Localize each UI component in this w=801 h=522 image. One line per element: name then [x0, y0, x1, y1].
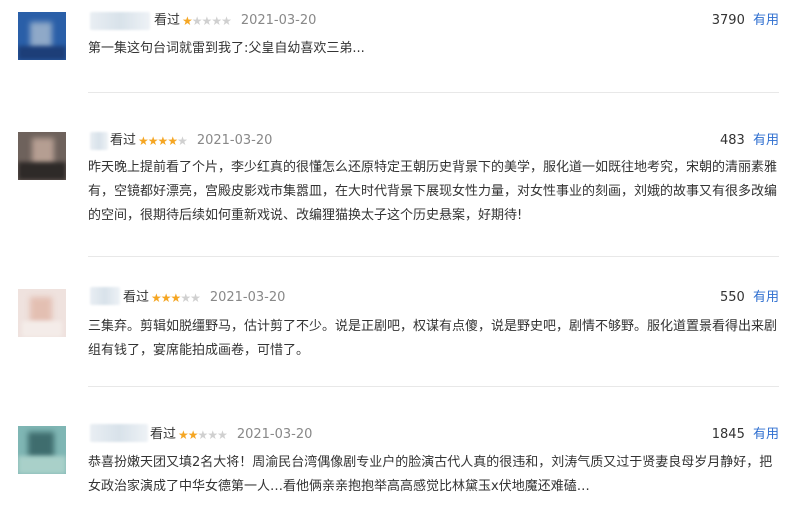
star-icon: ★ — [190, 291, 201, 305]
watched-label: 看过 — [123, 290, 150, 305]
star-icon: ★ — [170, 291, 182, 305]
star-icon: ★ — [147, 134, 159, 148]
username-redacted[interactable] — [90, 132, 108, 150]
divider — [88, 256, 779, 257]
useful-count: 1845 — [711, 427, 745, 442]
star-icon: ★ — [167, 134, 178, 148]
review-content: 三集弃。剪辑如脱缰野马，估计剪了不少。说是正剧吧，权谋有点傻，说是野史吧，剧情不… — [88, 319, 778, 358]
star-icon: ★ — [187, 428, 199, 442]
avatar[interactable] — [18, 12, 66, 60]
review-date: 2021-03-20 — [209, 290, 286, 305]
useful-button[interactable]: 有用 — [753, 133, 779, 148]
star-icon: ★ — [160, 291, 172, 305]
star-icon: ★ — [178, 428, 189, 442]
avatar[interactable] — [18, 289, 66, 337]
review-content: 恭喜扮嫩天团又填2名大将！周渝民台湾偶像剧专业户的脸演古代人真的很违和，刘涛气质… — [88, 455, 773, 494]
star-icon: ★ — [201, 14, 213, 28]
divider — [88, 92, 779, 93]
star-icon: ★ — [221, 14, 232, 28]
star-icon: ★ — [191, 14, 203, 28]
review-date: 2021-03-20 — [236, 427, 313, 442]
star-icon: ★ — [211, 14, 222, 28]
watched-label: 看过 — [154, 13, 181, 28]
rating-stars: ★★★★★ — [151, 287, 201, 309]
star-icon: ★ — [207, 428, 218, 442]
star-icon: ★ — [177, 134, 188, 148]
review-date: 2021-03-20 — [196, 133, 273, 148]
star-icon: ★ — [182, 14, 193, 28]
star-icon: ★ — [217, 428, 228, 442]
watched-label: 看过 — [150, 427, 177, 442]
star-icon: ★ — [138, 134, 149, 148]
avatar[interactable] — [18, 426, 66, 474]
useful-button[interactable]: 有用 — [753, 290, 779, 305]
divider — [88, 386, 779, 387]
review-date: 2021-03-20 — [240, 13, 317, 28]
review-content: 第一集这句台词就雷到我了:父皇自幼喜欢三弟... — [88, 41, 365, 56]
username-redacted[interactable] — [90, 287, 120, 305]
rating-stars: ★★★★★ — [138, 130, 188, 152]
star-icon: ★ — [197, 428, 209, 442]
watched-label: 看过 — [110, 133, 137, 148]
star-icon: ★ — [180, 291, 191, 305]
username-redacted[interactable] — [90, 424, 148, 442]
useful-button[interactable]: 有用 — [753, 13, 779, 28]
avatar[interactable] — [18, 132, 66, 180]
useful-count: 550 — [720, 290, 745, 305]
star-icon: ★ — [151, 291, 162, 305]
useful-count: 483 — [720, 133, 745, 148]
useful-button[interactable]: 有用 — [753, 427, 779, 442]
rating-stars: ★★★★★ — [182, 10, 232, 32]
useful-count: 3790 — [711, 13, 745, 28]
review-content: 昨天晚上提前看了个片，李少红真的很懂怎么还原特定王朝历史背景下的美学，服化道一如… — [88, 160, 778, 223]
username-redacted[interactable] — [90, 12, 150, 30]
rating-stars: ★★★★★ — [178, 424, 228, 446]
star-icon: ★ — [157, 134, 169, 148]
